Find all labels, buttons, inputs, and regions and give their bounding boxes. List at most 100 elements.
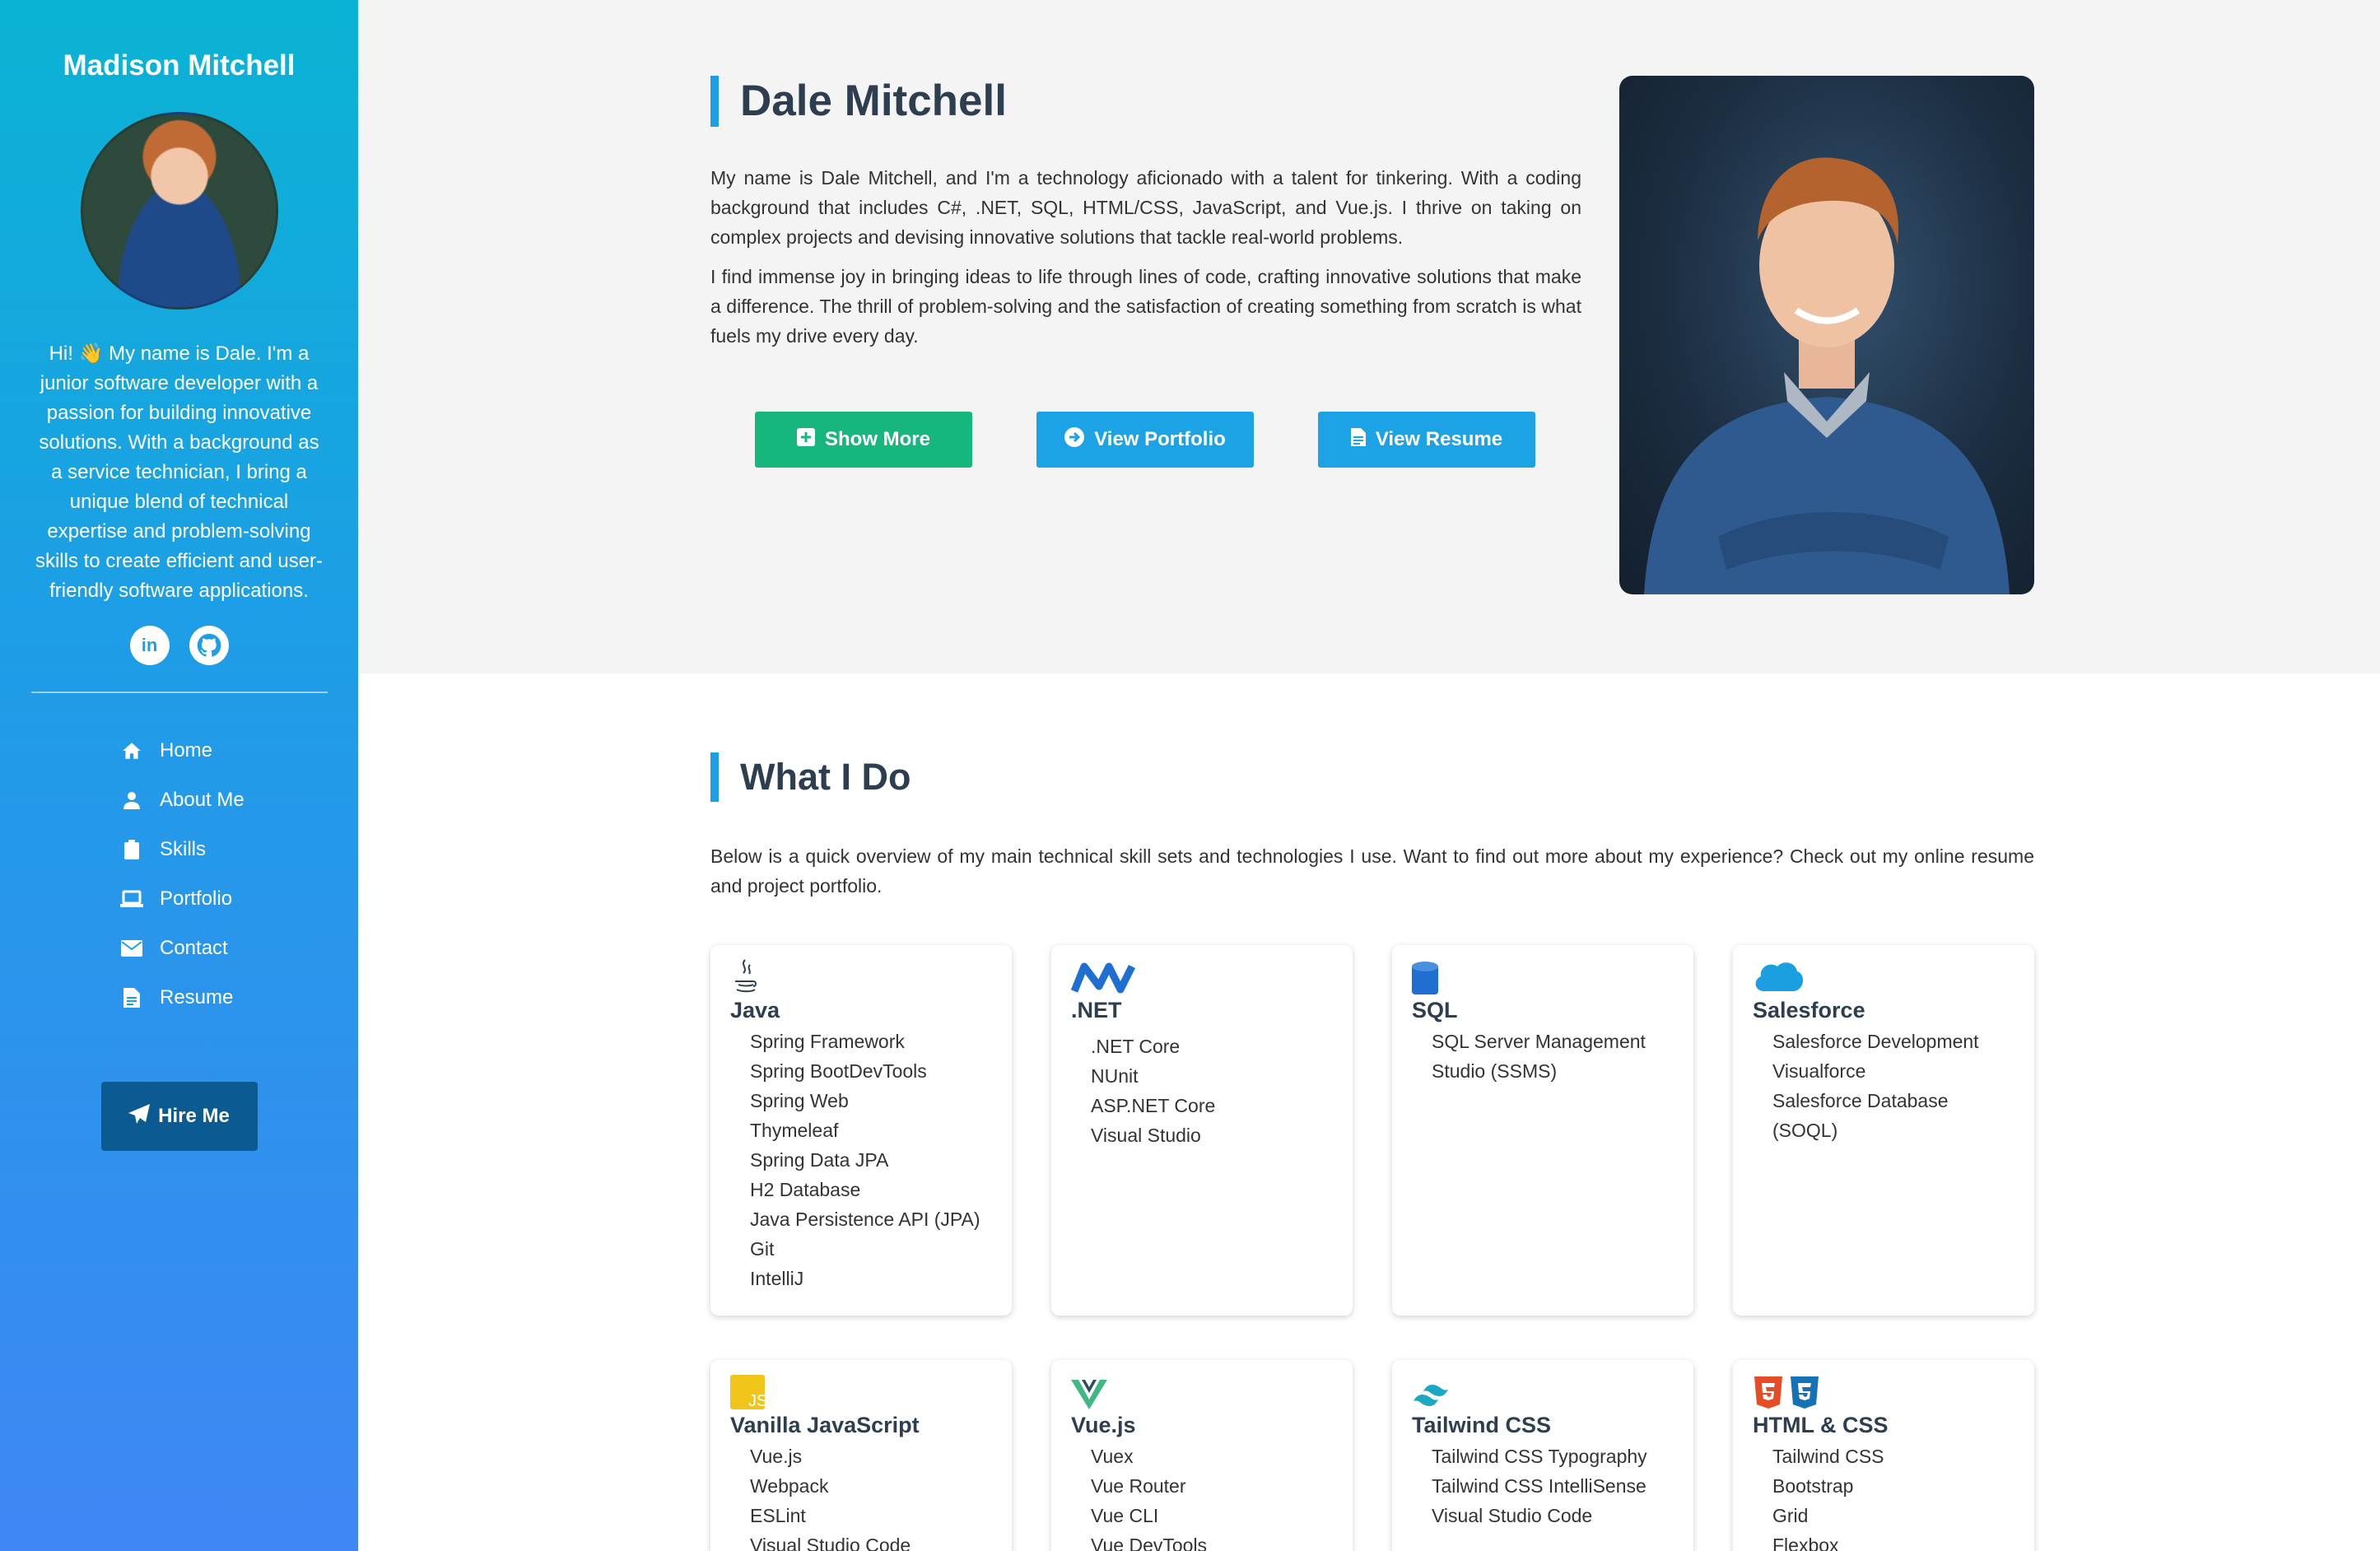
skill-card-javascript: JS Vanilla JavaScript Vue.js Webpack ESL… xyxy=(710,1360,1012,1551)
nav-item-about[interactable]: About Me xyxy=(120,776,358,825)
list-item: NUnit xyxy=(1091,1065,1139,1087)
card-title: HTML & CSS xyxy=(1753,1413,1889,1437)
list-item: Tailwind CSS Typography xyxy=(1432,1446,1647,1467)
nav-label: Skills xyxy=(160,838,207,860)
list-item: Visual Studio xyxy=(1091,1125,1201,1146)
list-item: H2 Database xyxy=(750,1179,861,1200)
list-item: Bootstrap xyxy=(1772,1475,1854,1497)
laptop-icon xyxy=(120,887,143,911)
nav-item-home[interactable]: Home xyxy=(120,726,358,776)
nav-label: Resume xyxy=(160,986,234,1008)
list-item: IntelliJ xyxy=(750,1268,804,1289)
plus-square-icon xyxy=(796,427,815,452)
skill-card-java: Java Spring Framework Spring BootDevTool… xyxy=(710,945,1012,1316)
skill-card-dotnet: .NET .NET Core NUnit ASP.NET Core Visual… xyxy=(1051,945,1353,1316)
nav-item-skills[interactable]: Skills xyxy=(120,825,358,874)
vue-icon xyxy=(1071,1372,1353,1409)
list-item: Spring Data JPA xyxy=(750,1149,889,1171)
skill-list: Vue.js Webpack ESLint Visual Studio Code xyxy=(730,1442,1012,1551)
nav-label: About Me xyxy=(160,789,245,811)
skill-list: Vuex Vue Router Vue CLI Vue DevTools xyxy=(1071,1442,1353,1551)
view-portfolio-label: View Portfolio xyxy=(1094,428,1226,450)
hero-title: Dale Mitchell xyxy=(710,76,1007,127)
svg-text:JS: JS xyxy=(748,1392,765,1409)
nav-item-contact[interactable]: Contact xyxy=(120,924,358,973)
view-portfolio-button[interactable]: View Portfolio xyxy=(1036,412,1254,468)
skill-card-html-css: HTML & CSS Tailwind CSS Bootstrap Grid F… xyxy=(1733,1360,2034,1551)
list-item: Vue DevTools xyxy=(1091,1535,1208,1551)
nav-label: Contact xyxy=(160,937,228,959)
card-title: Salesforce xyxy=(1753,998,1865,1022)
list-item: ESLint xyxy=(750,1505,806,1526)
database-icon xyxy=(1412,957,1693,994)
list-item: SQL Server Management Studio (SSMS) xyxy=(1432,1031,1646,1082)
paper-plane-icon xyxy=(128,1103,151,1129)
dotnet-icon xyxy=(1071,957,1353,994)
skill-card-vue: Vue.js Vuex Vue Router Vue CLI Vue DevTo… xyxy=(1051,1360,1353,1551)
show-more-label: Show More xyxy=(824,428,930,450)
list-item: Salesforce Database (SOQL) xyxy=(1772,1090,1949,1141)
user-icon xyxy=(120,789,143,812)
skill-list: Spring Framework Spring BootDevTools Spr… xyxy=(730,1027,1012,1293)
list-item: Vue CLI xyxy=(1091,1505,1159,1526)
tailwind-icon xyxy=(1412,1372,1693,1409)
linkedin-label: in xyxy=(141,635,158,655)
hero-text: My name is Dale Mitchell, and I'm a tech… xyxy=(710,163,1581,351)
list-item: Salesforce Development xyxy=(1772,1031,1979,1052)
envelope-icon xyxy=(120,937,143,960)
javascript-icon: JS xyxy=(730,1372,1012,1409)
skill-list: SQL Server Management Studio (SSMS) xyxy=(1412,1027,1667,1086)
list-item: ASP.NET Core xyxy=(1091,1095,1216,1116)
list-item: .NET Core xyxy=(1091,1036,1181,1057)
nav-item-resume[interactable]: Resume xyxy=(120,973,358,1022)
social-links: in xyxy=(0,626,358,665)
list-item: Vue.js xyxy=(750,1446,803,1467)
list-item: Tailwind CSS IntelliSense xyxy=(1432,1475,1646,1497)
view-resume-label: View Resume xyxy=(1375,428,1503,450)
list-item: Visual Studio Code xyxy=(1432,1505,1593,1526)
list-item: Flexbox xyxy=(1772,1535,1839,1551)
sidebar-nav: Home About Me Skills Portfolio Contact R… xyxy=(0,726,358,1022)
skill-card-salesforce: Salesforce Salesforce Development Visual… xyxy=(1733,945,2034,1316)
card-title: SQL xyxy=(1412,998,1458,1022)
sidebar-name: Madison Mitchell xyxy=(63,49,296,82)
home-icon xyxy=(120,739,143,762)
hero-paragraph-1: My name is Dale Mitchell, and I'm a tech… xyxy=(710,167,1581,248)
list-item: Java Persistence API (JPA) xyxy=(750,1209,980,1230)
skill-list: Tailwind CSS Bootstrap Grid Flexbox xyxy=(1753,1442,2034,1551)
list-item: Visual Studio Code xyxy=(750,1535,911,1551)
file-icon xyxy=(1350,427,1366,452)
card-title: Vanilla JavaScript xyxy=(730,1413,920,1437)
list-item: Visualforce xyxy=(1772,1060,1866,1082)
what-i-do-title: What I Do xyxy=(710,752,911,802)
what-i-do-intro: Below is a quick overview of my main tec… xyxy=(710,845,2034,897)
file-icon xyxy=(120,986,143,1009)
list-item: Spring Framework xyxy=(750,1031,905,1052)
sidebar-divider xyxy=(30,692,328,693)
sidebar-bio: Hi! 👋 My name is Dale. I'm a junior soft… xyxy=(35,342,324,602)
list-item: Tailwind CSS xyxy=(1772,1446,1884,1467)
list-item: Spring Web xyxy=(750,1090,849,1111)
list-item: Grid xyxy=(1772,1505,1809,1526)
linkedin-icon[interactable]: in xyxy=(129,626,170,665)
hero-section: Dale Mitchell My name is Dale Mitchell, … xyxy=(358,0,2380,673)
card-title: Vue.js xyxy=(1071,1413,1136,1437)
hire-me-button[interactable]: Hire Me xyxy=(100,1082,258,1151)
skill-card-tailwind: Tailwind CSS Tailwind CSS Typography Tai… xyxy=(1392,1360,1693,1551)
list-item: Thymeleaf xyxy=(750,1120,839,1141)
show-more-button[interactable]: Show More xyxy=(755,412,972,468)
skill-list: .NET Core NUnit ASP.NET Core Visual Stud… xyxy=(1071,1032,1353,1150)
card-title: .NET xyxy=(1071,998,1122,1022)
github-icon[interactable] xyxy=(189,626,229,665)
skill-card-sql: SQL SQL Server Management Studio (SSMS) xyxy=(1392,945,1693,1316)
card-title: Java xyxy=(730,998,780,1022)
java-icon xyxy=(730,957,1012,994)
skill-list: Tailwind CSS Typography Tailwind CSS Int… xyxy=(1412,1442,1693,1530)
view-resume-button[interactable]: View Resume xyxy=(1318,412,1535,468)
list-item: Webpack xyxy=(750,1475,829,1497)
list-item: Spring BootDevTools xyxy=(750,1060,927,1082)
html-css-icon xyxy=(1753,1372,2034,1409)
nav-item-portfolio[interactable]: Portfolio xyxy=(120,874,358,924)
clipboard-icon xyxy=(120,838,143,861)
salesforce-icon xyxy=(1753,957,2034,994)
